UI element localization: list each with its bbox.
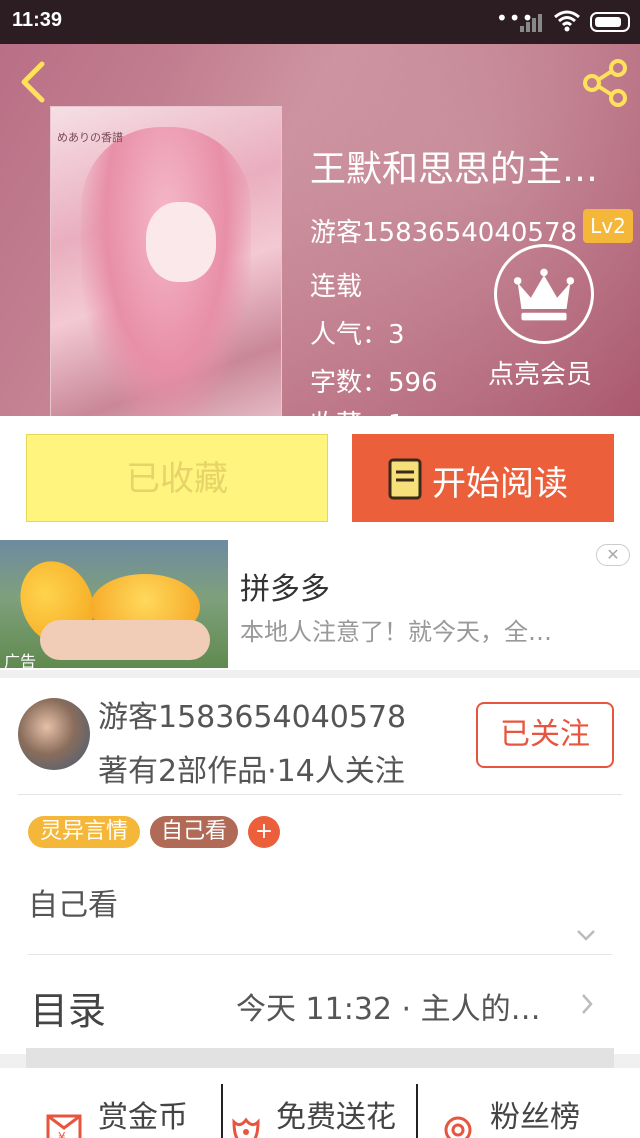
send-flowers-button[interactable]: 免费送花 — [276, 1092, 396, 1136]
crown-icon — [513, 268, 575, 321]
book-cover[interactable]: めありの香譜 — [50, 106, 282, 416]
share-button[interactable] — [580, 58, 630, 108]
close-icon[interactable]: ✕ — [596, 544, 630, 566]
toc-latest-chapter[interactable]: 今天 11:32 · 主人的… — [236, 984, 541, 1028]
toc-label[interactable]: 目录 — [30, 980, 106, 1035]
signal-icon — [520, 14, 542, 32]
divider — [221, 1084, 223, 1138]
ad-image[interactable]: 广告 — [0, 540, 228, 668]
vip-button[interactable] — [494, 244, 594, 344]
flower-icon[interactable] — [226, 1108, 266, 1138]
battery-icon — [590, 12, 630, 32]
follow-button[interactable]: 已关注 — [476, 702, 614, 768]
wifi-icon — [554, 10, 580, 32]
word-count: 字数：596 — [310, 368, 438, 398]
start-reading-label: 开始阅读 — [432, 464, 568, 504]
divider — [18, 794, 622, 795]
avatar[interactable] — [18, 698, 90, 770]
medal-icon[interactable] — [438, 1108, 478, 1138]
red-envelope-icon[interactable]: ¥ — [44, 1108, 84, 1138]
divider — [28, 954, 612, 955]
book-status: 连载 — [310, 272, 363, 302]
author-name[interactable]: 游客1583654040578 — [98, 692, 406, 736]
divider — [416, 1084, 418, 1138]
chevron-down-icon[interactable] — [576, 928, 596, 942]
action-bar: 已收藏 开始阅读 — [0, 416, 640, 538]
fan-ranking-button[interactable]: 粉丝榜 — [490, 1092, 580, 1136]
hand-illustration — [40, 620, 210, 660]
back-button[interactable] — [14, 58, 54, 106]
popularity: 人气：3 — [310, 320, 405, 350]
author-section: 游客1583654040578 著有2部作品·14人关注 已关注 灵异言情 自己… — [0, 678, 640, 1054]
cover-face — [146, 202, 216, 282]
status-bar: 11:39 ••• — [0, 0, 640, 44]
tag-genre[interactable]: 灵异言情 — [28, 816, 140, 848]
start-reading-button[interactable]: 开始阅读 — [352, 434, 614, 522]
collections-count: 收藏：1 — [310, 404, 405, 416]
section-separator — [26, 1048, 614, 1068]
author-stats: 著有2部作品·14人关注 — [98, 754, 405, 789]
collected-button[interactable]: 已收藏 — [26, 434, 328, 522]
book-description: 自己看 — [28, 888, 118, 923]
book-header: めありの香譜 王默和思思的主… 游客1583654040578 Lv2 连载 人… — [0, 44, 640, 416]
book-icon — [388, 458, 422, 500]
vip-label[interactable]: 点亮会员 — [488, 354, 592, 391]
level-badge: Lv2 — [583, 209, 633, 243]
add-tag-button[interactable]: + — [248, 816, 280, 848]
tag-custom[interactable]: 自己看 — [150, 816, 238, 848]
status-time: 11:39 — [12, 9, 63, 31]
ad-description[interactable]: 本地人注意了！就今天，全… — [240, 612, 552, 647]
ad-banner[interactable]: 广告 拼多多 本地人注意了！就今天，全… ✕ — [0, 538, 640, 670]
chevron-right-icon[interactable] — [580, 992, 594, 1016]
cover-title: めありの香譜 — [57, 131, 123, 144]
ad-mark: 广告 — [4, 652, 37, 668]
book-title: 王默和思思的主… — [310, 149, 599, 190]
ad-title[interactable]: 拼多多 — [240, 564, 330, 608]
bottom-action-bar: ¥ 赏金币 免费送花 粉丝榜 — [0, 1068, 640, 1138]
svg-text:¥: ¥ — [58, 1130, 66, 1138]
reward-coins-button[interactable]: 赏金币 — [98, 1092, 188, 1136]
